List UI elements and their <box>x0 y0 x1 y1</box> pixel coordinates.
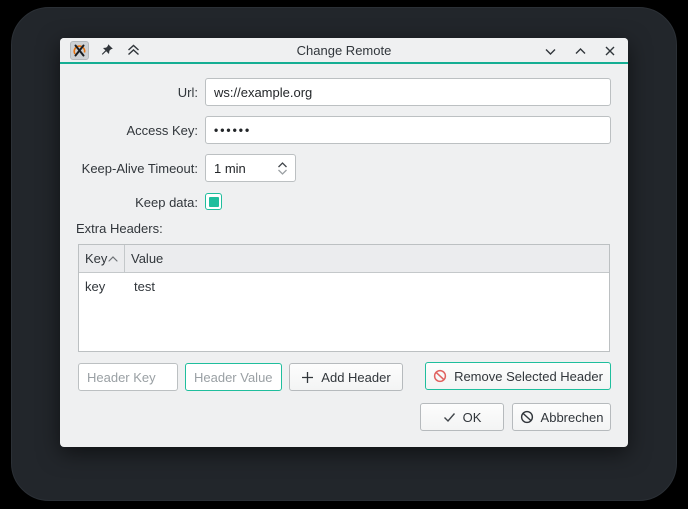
url-label: Url: <box>177 85 198 100</box>
header-value-input[interactable] <box>185 363 282 391</box>
app-menu-button[interactable] <box>70 40 89 60</box>
column-header-key[interactable]: Key <box>79 245 125 272</box>
cell-key: key <box>85 278 106 294</box>
pin-icon[interactable] <box>99 42 115 58</box>
access-key-input[interactable] <box>205 116 611 144</box>
titlebar[interactable]: Change Remote <box>60 38 628 64</box>
url-input[interactable] <box>205 78 611 106</box>
keep-data-label: Keep data: <box>135 195 198 210</box>
keep-data-checkbox[interactable] <box>205 193 222 210</box>
cancel-button[interactable]: Abbrechen <box>512 403 611 431</box>
check-icon <box>443 412 455 422</box>
minimize-button[interactable] <box>542 43 558 59</box>
ok-button[interactable]: OK <box>420 403 504 431</box>
timeout-value: 1 min <box>214 160 246 176</box>
close-button[interactable] <box>602 43 618 59</box>
keep-above-icon[interactable] <box>125 42 141 58</box>
remove-selected-header-button[interactable]: Remove Selected Header <box>425 362 611 390</box>
app-icon <box>73 44 86 56</box>
access-key-label: Access Key: <box>126 123 198 138</box>
maximize-button[interactable] <box>572 43 588 59</box>
extra-headers-label: Extra Headers: <box>76 221 163 236</box>
column-header-value[interactable]: Value <box>125 245 169 272</box>
timeout-label: Keep-Alive Timeout: <box>81 161 198 176</box>
headers-table[interactable]: Key Value key test <box>78 244 610 352</box>
cancel-prohibition-icon <box>520 410 533 424</box>
add-header-button[interactable]: Add Header <box>289 363 403 391</box>
table-header-row: Key Value <box>79 245 609 273</box>
sort-ascending-icon <box>108 255 118 262</box>
cell-value: test <box>134 278 155 294</box>
table-row[interactable]: key test <box>79 273 609 299</box>
timeout-spinbox[interactable]: 1 min <box>205 154 296 182</box>
change-remote-dialog: Change Remote Url: Access Key: Keep-Aliv… <box>60 38 628 447</box>
header-key-input[interactable] <box>78 363 178 391</box>
spin-down-icon[interactable] <box>277 169 288 175</box>
checkbox-checked-mark <box>208 196 219 207</box>
plus-icon <box>302 371 314 383</box>
spin-up-icon[interactable] <box>277 161 288 168</box>
remove-prohibition-icon <box>433 369 447 383</box>
